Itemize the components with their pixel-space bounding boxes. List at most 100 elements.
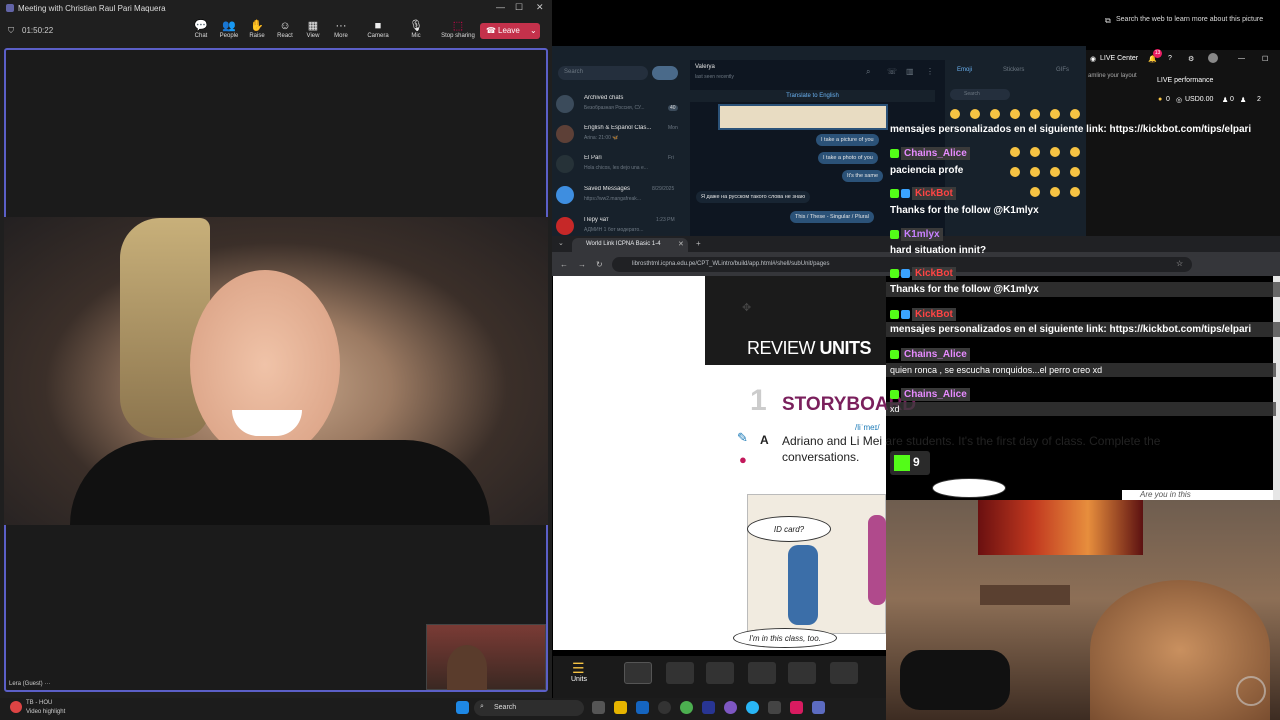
chat-item-english[interactable]: English & Español Clas... Arina: 21:00 🦋… [556, 123, 686, 153]
emoji-search-input[interactable]: Search [950, 89, 1010, 100]
pen-tool-icon[interactable] [788, 662, 816, 684]
emoji-icon[interactable] [1050, 109, 1060, 119]
chat-username[interactable]: K1mlyx [901, 228, 943, 241]
chat-username[interactable]: KickBot [912, 267, 956, 280]
chat-username[interactable]: Chains_Alice [901, 147, 970, 160]
chevron-down-icon[interactable]: ⌄ [530, 23, 537, 39]
view-button[interactable]: ▦ View [299, 20, 327, 39]
react-button[interactable]: ☺ React [271, 20, 299, 39]
live-maximize-icon[interactable]: ☐ [1262, 55, 1268, 63]
emoji-icon[interactable] [1010, 147, 1020, 157]
layers-tool-icon[interactable] [706, 662, 734, 684]
pencil-tool-icon[interactable] [830, 662, 858, 684]
tab-gifs[interactable]: GIFs [1056, 67, 1069, 73]
chat-time: Fri [668, 155, 674, 161]
taskview-icon[interactable] [592, 701, 605, 714]
chat-item-saved[interactable]: Saved Messages https://ww2.mangafreak...… [556, 184, 686, 214]
emoji-icon[interactable] [1030, 147, 1040, 157]
edit-icon[interactable]: ✎ [737, 430, 748, 446]
chat-username[interactable]: Chains_Alice [901, 388, 970, 401]
phonetic-hint[interactable]: /liˈmeɪ/ [855, 423, 880, 432]
participant-more-icon[interactable]: ··· [44, 681, 50, 687]
telegram-icon[interactable] [746, 701, 759, 714]
photo-message[interactable] [718, 104, 888, 130]
camera-button[interactable]: ■ Camera [364, 20, 392, 39]
emoji-icon[interactable] [1010, 167, 1020, 177]
chat-username[interactable]: KickBot [912, 187, 956, 200]
live-center-link[interactable]: LIVE Center [1100, 55, 1138, 62]
start-icon[interactable] [456, 701, 469, 714]
tab-emoji[interactable]: Emoji [957, 67, 972, 73]
sidebar-icon[interactable]: ▥ [906, 67, 914, 76]
chat-item-elpari[interactable]: El Pari Hola chicos, les dejo una e... F… [556, 153, 686, 183]
new-tab-icon[interactable]: + [696, 239, 701, 248]
mail-icon[interactable] [636, 701, 649, 714]
raise-button[interactable]: ✋ Raise [243, 20, 271, 39]
contact-name[interactable]: Valerya [695, 64, 715, 70]
forward-icon[interactable]: → [578, 260, 586, 269]
chrome-icon[interactable] [680, 701, 693, 714]
emoji-icon[interactable] [1030, 187, 1040, 197]
units-label[interactable]: Units [571, 676, 587, 683]
reload-icon[interactable]: ↻ [596, 260, 603, 269]
emoji-icon[interactable] [1070, 109, 1080, 119]
stop-sharing-button[interactable]: ⬚ Stop sharing [440, 20, 476, 39]
help-icon[interactable]: ? [1168, 55, 1172, 62]
maximize-icon[interactable]: ☐ [515, 2, 523, 13]
browser-tab[interactable]: World Link ICPNA Basic 1-4 [572, 238, 688, 252]
telegram-search-input[interactable]: Search [558, 66, 648, 80]
emoji-icon[interactable] [1070, 147, 1080, 157]
page-scrollbar[interactable] [1273, 276, 1280, 500]
emoji-icon[interactable] [1050, 187, 1060, 197]
emoji-icon[interactable] [1050, 147, 1060, 157]
call-icon[interactable]: ☏ [887, 67, 897, 76]
people-button[interactable]: 👥 People [215, 20, 243, 39]
emoji-icon[interactable] [1010, 109, 1020, 119]
highlighter-tool-icon[interactable] [624, 662, 652, 684]
emoji-icon[interactable] [1050, 167, 1060, 177]
stories-avatars[interactable] [652, 66, 678, 80]
translate-bar[interactable]: Translate to English [690, 90, 935, 102]
emoji-icon[interactable] [970, 109, 980, 119]
units-grid-icon[interactable]: ☰ [572, 660, 585, 677]
close-icon[interactable]: ✕ [536, 2, 544, 13]
emoji-icon[interactable] [950, 109, 960, 119]
emoji-icon[interactable] [990, 109, 1000, 119]
back-icon[interactable]: ← [560, 260, 568, 269]
self-view-video[interactable] [426, 624, 546, 690]
emoji-icon[interactable] [1030, 109, 1040, 119]
chat-username[interactable]: KickBot [912, 308, 956, 321]
marker-tool-icon[interactable] [666, 662, 694, 684]
kebab-icon[interactable]: ⋮ [926, 67, 934, 76]
app-circle-icon[interactable] [724, 701, 737, 714]
tab-list-icon[interactable]: ⌄ [558, 239, 564, 247]
tab-stickers[interactable]: Stickers [1003, 67, 1024, 73]
more-button[interactable]: ··· More [327, 20, 355, 39]
tab-close-icon[interactable]: ✕ [678, 240, 684, 248]
bookmark-star-icon[interactable]: ☆ [1176, 259, 1183, 268]
emoji-icon[interactable] [1070, 167, 1080, 177]
app-l-icon[interactable] [702, 701, 715, 714]
teams-icon[interactable] [812, 701, 825, 714]
chat-username[interactable]: Chains_Alice [901, 348, 970, 361]
taskbar-search[interactable]: ⌕ Search [474, 700, 584, 716]
avatar[interactable] [1208, 53, 1218, 63]
chat-avatar [556, 125, 574, 143]
mic-button[interactable]: 🎙 Mic [402, 20, 430, 39]
app-gear-icon[interactable] [768, 701, 781, 714]
explorer-icon[interactable] [614, 701, 627, 714]
minimize-icon[interactable]: — [496, 2, 505, 12]
tiktok-icon[interactable] [790, 701, 803, 714]
emoji-icon[interactable] [1030, 167, 1040, 177]
live-minimize-icon[interactable]: — [1238, 55, 1245, 62]
chat-item-peru[interactable]: Перу чат АДМИН 1 бот модерато... 1:23 PM [556, 215, 686, 235]
chat-button[interactable]: 💬 Chat [187, 20, 215, 39]
eraser-tool-icon[interactable] [748, 662, 776, 684]
audio-icon[interactable]: ● [739, 452, 747, 467]
obs-icon[interactable] [658, 701, 671, 714]
emoji-icon[interactable] [1070, 187, 1080, 197]
leave-button[interactable]: ☎ Leave ⌄ [480, 23, 540, 39]
chat-item-archived[interactable]: Archived chats Безобразная Россия, СУ...… [556, 93, 686, 123]
search-icon[interactable]: ⌕ [866, 67, 870, 77]
settings-icon[interactable]: ⚙ [1188, 55, 1194, 63]
